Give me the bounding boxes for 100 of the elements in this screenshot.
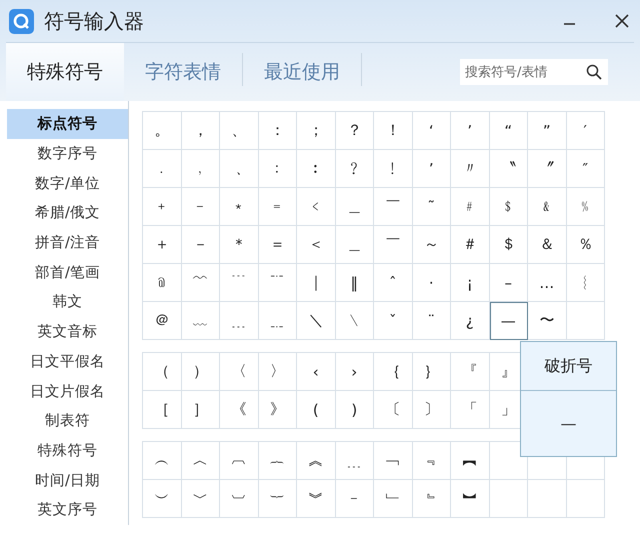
symbol-cell[interactable]: ﹖ (336, 150, 374, 188)
symbol-cell[interactable]: ］ (182, 391, 220, 429)
symbol-cell[interactable]: ￣ (374, 226, 412, 264)
symbol-cell[interactable]: ～ (412, 226, 451, 264)
symbol-cell[interactable]: ¨ (412, 302, 451, 340)
symbol-cell[interactable]: ‖ (336, 264, 374, 302)
sidebar-item[interactable]: 制表符 (7, 406, 128, 436)
symbol-cell[interactable]: ＝ (258, 226, 297, 264)
symbol-cell[interactable]: · (412, 264, 451, 302)
sidebar-item[interactable]: 时间/日期 (7, 465, 128, 495)
symbol-cell[interactable]: ︼ (451, 480, 490, 518)
symbol-cell[interactable]: ﹣ (336, 480, 374, 518)
symbol-cell[interactable]: 〕 (412, 391, 451, 429)
symbol-cell[interactable]: ！ (374, 112, 412, 150)
symbol-cell[interactable]: 〔 (374, 391, 412, 429)
sidebar-item[interactable]: 日文片假名 (7, 376, 128, 406)
tab[interactable]: 最近使用 (243, 43, 361, 101)
symbol-cell[interactable]: － (182, 226, 220, 264)
symbol-cell[interactable]: ﹁ (374, 442, 412, 480)
symbol-cell[interactable]: ￣ (374, 188, 412, 226)
sidebar-item[interactable]: 数字序号 (7, 138, 128, 168)
symbol-cell[interactable]: ︿ (182, 442, 220, 480)
symbol-cell[interactable]: ﹑ (220, 150, 258, 188)
symbol-cell[interactable]: ︸ (258, 480, 297, 518)
symbol-cell[interactable]: ﹩ (490, 188, 528, 226)
sidebar-item[interactable]: 数字/单位 (7, 168, 128, 198)
close-icon[interactable] (614, 13, 630, 29)
symbol-cell[interactable]: 〉 (258, 353, 297, 391)
symbol-cell[interactable]: ＃ (451, 226, 490, 264)
symbol-cell[interactable]: ＿ (336, 188, 374, 226)
symbol-cell[interactable]: ＆ (528, 226, 566, 264)
symbol-cell[interactable]: ‹ (297, 353, 336, 391)
symbol-cell[interactable]: ‘ (412, 112, 451, 150)
symbol-cell[interactable]: ¿ (451, 302, 490, 340)
symbol-cell[interactable]: 〝 (490, 150, 528, 188)
symbol-cell[interactable]: ﹍ (220, 302, 258, 340)
sidebar-item[interactable]: 英文序号 (7, 494, 128, 525)
symbol-cell[interactable]: ﹪ (566, 188, 605, 226)
symbol-cell[interactable]: ｜ (297, 264, 336, 302)
symbol-cell[interactable]: ＿ (336, 226, 374, 264)
symbol-cell[interactable]: › (336, 353, 374, 391)
symbol-cell[interactable]: ﹌ (182, 264, 220, 302)
symbol-cell[interactable]: ﹢ (143, 188, 182, 226)
symbol-cell[interactable]: ” (528, 112, 566, 150)
sidebar-item[interactable]: 标点符号 (7, 109, 128, 139)
symbol-cell[interactable]: ’ (451, 112, 490, 150)
search-icon[interactable] (586, 64, 602, 80)
sidebar-item[interactable]: 日文平假名 (7, 346, 128, 376)
symbol-cell[interactable]: 〈 (220, 353, 258, 391)
symbol-cell[interactable]: ˆ (374, 264, 412, 302)
symbol-cell[interactable]: ﹀ (182, 480, 220, 518)
symbol-cell[interactable]: ʼ (412, 150, 451, 188)
symbol-cell[interactable]: ︾ (297, 480, 336, 518)
symbol-cell[interactable]: ˇ (374, 302, 412, 340)
symbol-cell[interactable]: 、 (220, 112, 258, 150)
symbol-cell[interactable]: ﹟ (451, 188, 490, 226)
symbol-cell[interactable]: ， (182, 112, 220, 150)
symbol-cell[interactable]: ︵ (143, 442, 182, 480)
symbol-cell[interactable]: ︻ (451, 442, 490, 480)
symbol-cell[interactable]: ︹ (220, 442, 258, 480)
symbol-cell[interactable]: 》 (258, 391, 297, 429)
symbol-cell[interactable]: — (490, 302, 528, 340)
symbol-cell[interactable]: ＼ (297, 302, 336, 340)
symbol-cell[interactable]: ＜ (297, 226, 336, 264)
symbol-cell[interactable]: ｛ (374, 353, 412, 391)
symbol-cell[interactable]: ﹍ (336, 442, 374, 480)
symbol-cell[interactable]: ﹐ (182, 150, 220, 188)
symbol-cell[interactable]: ﹫ (143, 264, 182, 302)
symbol-cell[interactable]: ﹒ (143, 150, 182, 188)
sidebar-item[interactable]: 特殊符号 (7, 436, 128, 466)
symbol-cell[interactable]: ﹦ (258, 188, 297, 226)
symbol-cell[interactable]: ﹠ (528, 188, 566, 226)
symbol-cell[interactable]: 「 (451, 391, 490, 429)
symbol-cell[interactable]: ＋ (143, 226, 182, 264)
sidebar-item[interactable]: 英文音标 (7, 316, 128, 346)
symbol-cell[interactable]: 〜 (528, 302, 566, 340)
symbol-cell[interactable]: ［ (143, 391, 182, 429)
symbol-cell[interactable]: ( (297, 391, 336, 429)
symbol-cell[interactable]: ﹎ (258, 302, 297, 340)
symbol-cell[interactable]: ﹂ (374, 480, 412, 518)
symbol-cell[interactable]: 《 (220, 391, 258, 429)
symbol-cell[interactable]: 〃 (451, 150, 490, 188)
symbol-cell[interactable]: ； (297, 112, 336, 150)
symbol-cell[interactable]: ˜ (412, 188, 451, 226)
symbol-cell[interactable]: “ (490, 112, 528, 150)
symbol-cell[interactable]: ﹡ (220, 188, 258, 226)
symbol-cell[interactable]: ﹕ (258, 150, 297, 188)
symbol-cell[interactable]: 。 (143, 112, 182, 150)
symbol-cell[interactable]: ﹣ (182, 188, 220, 226)
symbol-cell[interactable]: – (490, 264, 528, 302)
symbol-cell[interactable]: 〞 (528, 150, 566, 188)
symbol-cell[interactable]: ： (258, 112, 297, 150)
search-field[interactable]: 搜索符号/表情 (460, 59, 608, 85)
symbol-cell[interactable]: … (528, 264, 566, 302)
symbol-cell[interactable]: ﹤ (297, 188, 336, 226)
symbol-cell[interactable]: ﹊ (258, 264, 297, 302)
symbol-cell[interactable]: ＠ (143, 302, 182, 340)
tab[interactable]: 字符表情 (124, 43, 242, 101)
sidebar-item[interactable]: 拼音/注音 (7, 228, 128, 258)
symbol-cell[interactable]: ″ (566, 150, 605, 188)
